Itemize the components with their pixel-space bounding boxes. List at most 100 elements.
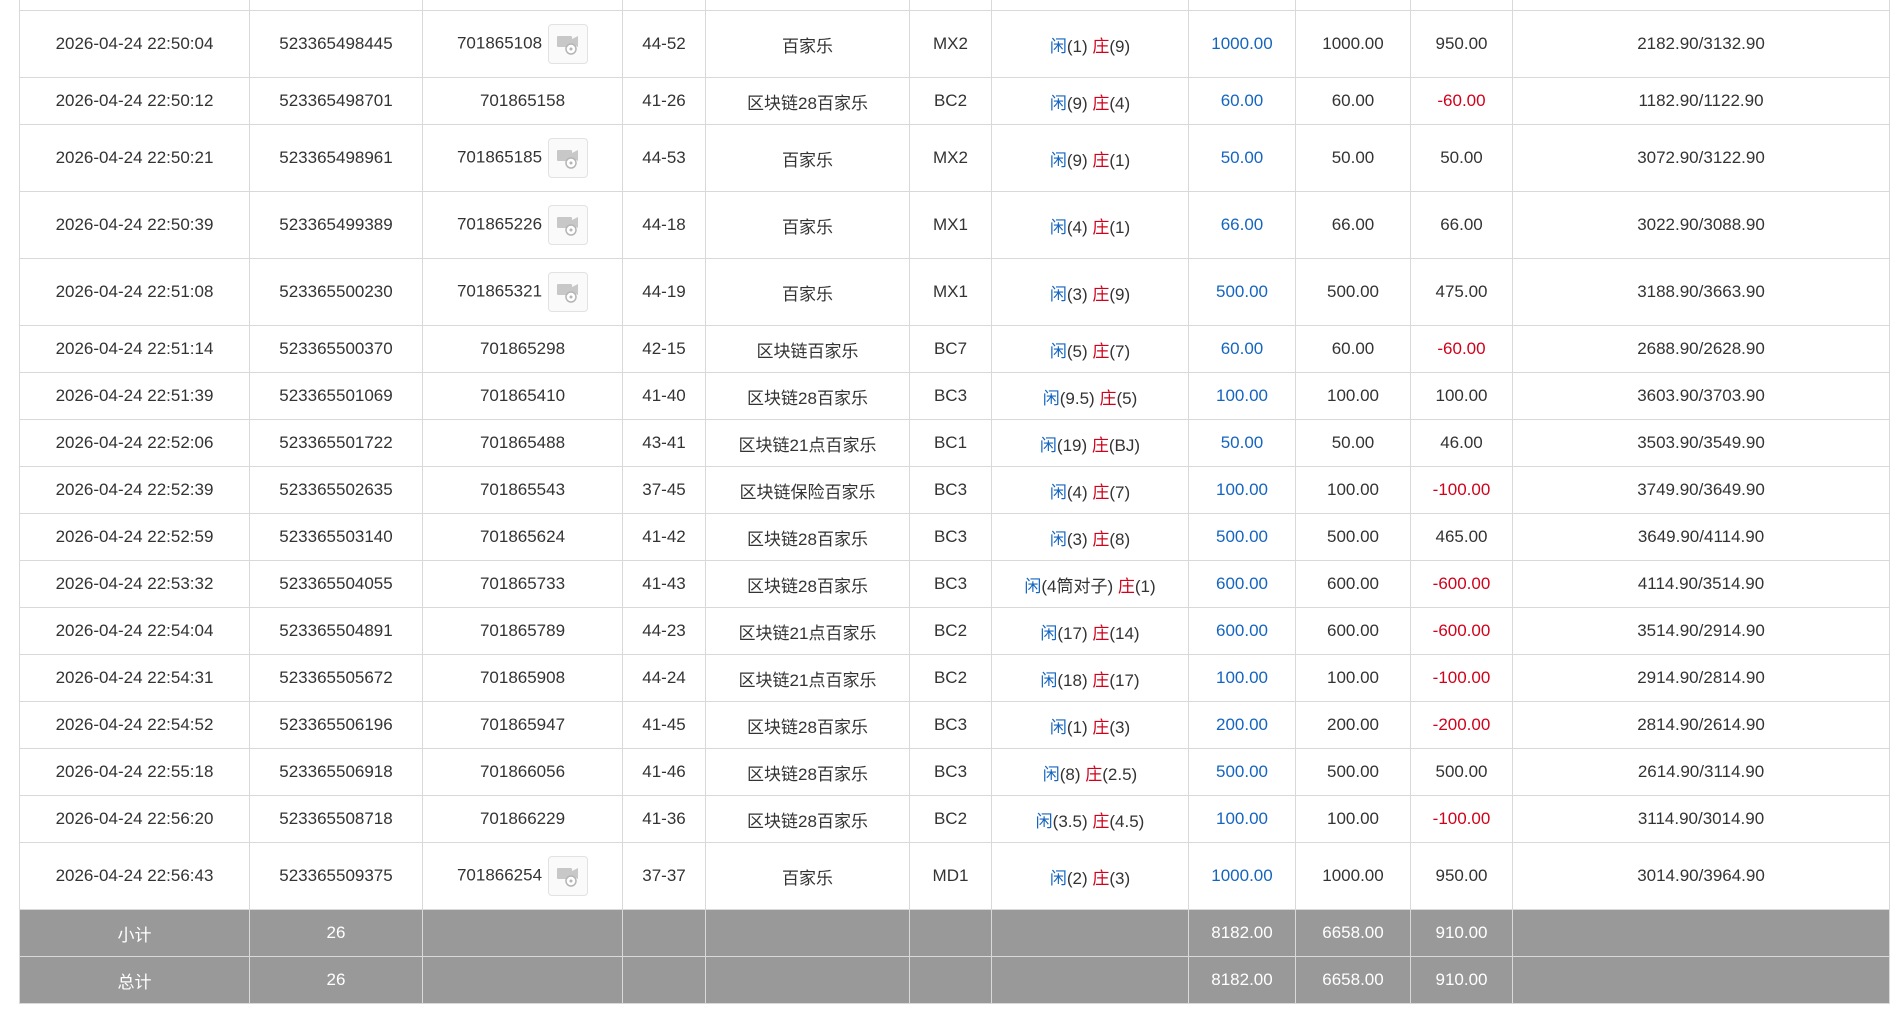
table-row: 2026-04-24 22:56:43 523365509375 701866254… [19, 842, 1890, 910]
bet-id: 523365504055 [249, 560, 423, 608]
bet-amount-link[interactable]: 100.00 [1188, 466, 1296, 514]
result-cell: 闲(4) 庄(7) [991, 466, 1189, 514]
empty-cell [1512, 956, 1890, 1004]
bet-amount-link[interactable]: 500.00 [1188, 513, 1296, 561]
round-number: 701865543 [479, 480, 566, 499]
valid-bet: 500.00 [1295, 513, 1411, 561]
banker-label: 庄 [1117, 576, 1135, 596]
bet-amount-link[interactable]: 600.00 [1188, 607, 1296, 655]
table-row: 2026-04-24 22:51:39 523365501069 701865410… [19, 372, 1890, 420]
round-cell: 701866056 [422, 748, 623, 796]
result-cell: 闲(4) 庄(1) [991, 191, 1189, 259]
win-loss: -60.00 [1410, 77, 1513, 125]
bet-amount-link[interactable]: 200.00 [1188, 701, 1296, 749]
result-cell: 闲(9) 庄(4) [991, 77, 1189, 125]
shoe-code: BC3 [909, 701, 992, 749]
empty-cell [909, 956, 992, 1004]
win-loss: -600.00 [1410, 607, 1513, 655]
bet-id: 523365498961 [249, 124, 423, 192]
table-row: 2026-04-24 22:52:06 523365501722 701865488… [19, 419, 1890, 467]
win-loss: 475.00 [1410, 258, 1513, 326]
table-row: 2026-04-24 22:52:59 523365503140 701865624… [19, 513, 1890, 561]
cell [249, 0, 423, 11]
banker-value: (9) [1109, 36, 1131, 56]
player-label: 闲 [1049, 868, 1067, 888]
table-row: 2026-04-24 22:51:08 523365500230 701865321… [19, 258, 1890, 326]
shoe-code: MX1 [909, 191, 992, 259]
bet-id: 523365499389 [249, 191, 423, 259]
bet-id: 523365500230 [249, 258, 423, 326]
player-value: (4) [1066, 217, 1088, 237]
table-row: 2026-04-24 22:52:39 523365502635 701865543… [19, 466, 1890, 514]
bet-time: 2026-04-24 22:55:18 [19, 748, 250, 796]
balance-change: 3114.90/3014.90 [1512, 795, 1890, 843]
video-replay-button[interactable] [548, 138, 589, 178]
result-cell: 闲(19) 庄(BJ) [991, 419, 1189, 467]
round-cell: 701865947 [422, 701, 623, 749]
balance-change: 1182.90/1122.90 [1512, 77, 1890, 125]
balance-change: 2614.90/3114.90 [1512, 748, 1890, 796]
player-value: (3) [1066, 529, 1088, 549]
game-type: 区块链28百家乐 [705, 77, 910, 125]
win-loss: -100.00 [1410, 795, 1513, 843]
win-loss: 100.00 [1410, 372, 1513, 420]
table-row: 2026-04-24 22:54:04 523365504891 701865789… [19, 607, 1890, 655]
player-value: (3) [1066, 284, 1088, 304]
banker-label: 庄 [1092, 36, 1110, 56]
round-number: 701865185 [456, 147, 543, 167]
round-cell: 701865624 [422, 513, 623, 561]
bet-records-table: 2026-04-24 22:50:04 523365498445 701865108… [19, 0, 1890, 1004]
shoe-code: MX2 [909, 124, 992, 192]
valid-bet: 500.00 [1295, 258, 1411, 326]
bet-amount-link[interactable]: 500.00 [1188, 748, 1296, 796]
bet-id: 523365503140 [249, 513, 423, 561]
bet-amount-link[interactable]: 500.00 [1188, 258, 1296, 326]
bet-time: 2026-04-24 22:51:08 [19, 258, 250, 326]
bet-amount-link[interactable]: 50.00 [1188, 419, 1296, 467]
player-label: 闲 [1039, 435, 1057, 455]
empty-cell [1512, 909, 1890, 957]
banker-label: 庄 [1092, 93, 1110, 113]
table-number: 41-26 [622, 77, 706, 125]
balance-change: 2182.90/3132.90 [1512, 10, 1890, 78]
table-number: 44-18 [622, 191, 706, 259]
bet-amount-link[interactable]: 100.00 [1188, 372, 1296, 420]
video-replay-button[interactable] [548, 205, 589, 245]
bet-amount-link[interactable]: 1000.00 [1188, 10, 1296, 78]
empty-cell [909, 909, 992, 957]
player-label: 闲 [1049, 284, 1067, 304]
video-replay-button[interactable] [548, 272, 589, 312]
game-type: 区块链21点百家乐 [705, 654, 910, 702]
bet-amount-link[interactable]: 100.00 [1188, 654, 1296, 702]
result-cell: 闲(17) 庄(14) [991, 607, 1189, 655]
banker-value: (8) [1109, 529, 1131, 549]
bet-time: 2026-04-24 22:56:20 [19, 795, 250, 843]
bet-amount-link[interactable]: 100.00 [1188, 795, 1296, 843]
bet-amount-link[interactable]: 60.00 [1188, 325, 1296, 373]
empty-cell [622, 956, 706, 1004]
bet-amount-link[interactable]: 66.00 [1188, 191, 1296, 259]
win-loss: 950.00 [1410, 842, 1513, 910]
player-value: (2) [1066, 868, 1088, 888]
win-loss: -100.00 [1410, 654, 1513, 702]
player-label: 闲 [1049, 217, 1067, 237]
banker-value: (BJ) [1108, 435, 1141, 455]
bet-amount-link[interactable]: 60.00 [1188, 77, 1296, 125]
bet-amount-link[interactable]: 50.00 [1188, 124, 1296, 192]
banker-value: (4.5) [1109, 811, 1145, 831]
banker-value: (5) [1116, 388, 1138, 408]
video-replay-icon [549, 211, 587, 237]
video-replay-button[interactable] [548, 856, 589, 896]
bet-time: 2026-04-24 22:54:04 [19, 607, 250, 655]
empty-cell [422, 956, 623, 1004]
video-replay-button[interactable] [548, 24, 589, 64]
banker-label: 庄 [1092, 150, 1110, 170]
table-number: 37-45 [622, 466, 706, 514]
balance-change: 3649.90/4114.90 [1512, 513, 1890, 561]
player-value: (5) [1066, 341, 1088, 361]
bet-amount-link[interactable]: 1000.00 [1188, 842, 1296, 910]
bet-amount-link[interactable]: 600.00 [1188, 560, 1296, 608]
player-label: 闲 [1049, 341, 1067, 361]
result-cell: 闲(4筒对子) 庄(1) [991, 560, 1189, 608]
balance-change: 3022.90/3088.90 [1512, 191, 1890, 259]
